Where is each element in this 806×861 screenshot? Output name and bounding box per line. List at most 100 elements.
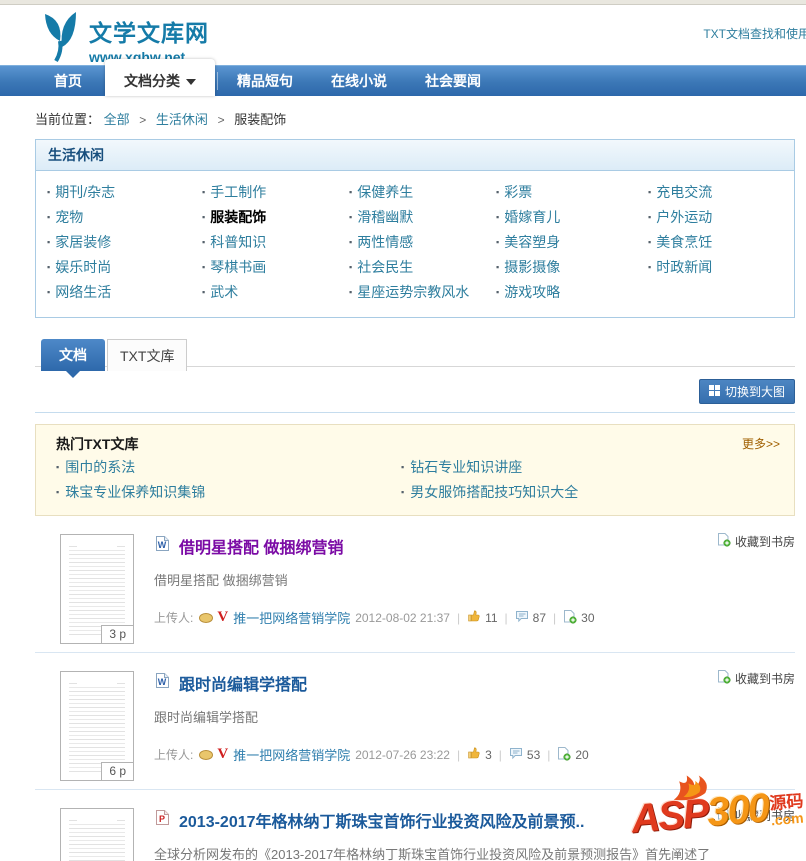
category-link[interactable]: 户外运动 (646, 205, 712, 230)
category-link[interactable]: 充电交流 (646, 180, 712, 205)
category-link[interactable]: 网络生活 (45, 280, 200, 305)
likes-stat: 3 (467, 746, 492, 763)
txt-help-link[interactable]: TXT文档查找和使用 (703, 25, 806, 42)
breadcrumb-link-all[interactable]: 全部 (104, 112, 130, 127)
category-link[interactable]: 美容塑身 (494, 230, 646, 255)
page-count-badge: 6 p (101, 762, 133, 780)
category-link[interactable]: 家居装修 (45, 230, 200, 255)
likes-stat: 11 (467, 609, 498, 626)
category-link[interactable]: 星座运势宗教风水 (347, 280, 494, 305)
breadcrumb-label: 当前位置： (35, 112, 101, 127)
collect-stat: 30 (563, 609, 595, 627)
document-row: 6 p W 跟时尚编辑学搭配 跟时尚编辑学搭配 上传人: V 推一把网络营销学院… (35, 653, 795, 790)
document-title-link[interactable]: 2013-2017年格林纳丁斯珠宝首饰行业投资风险及前景预.. (179, 808, 584, 832)
doc-add-icon (717, 532, 731, 550)
upload-date: 2012-08-02 21:37 (355, 610, 450, 625)
uploader-link[interactable]: 推一把网络营销学院 (233, 608, 350, 627)
divider (35, 412, 795, 413)
category-link[interactable]: 琴棋书画 (200, 255, 347, 280)
category-link[interactable]: 彩票 (494, 180, 646, 205)
document-thumbnail[interactable] (60, 808, 134, 861)
breadcrumb-current: 服装配饰 (234, 112, 287, 127)
comments-stat: 87 (515, 610, 546, 626)
document-title-link[interactable]: 借明星搭配 做捆绑营销 (179, 534, 343, 558)
hot-txt-link[interactable]: 珠宝专业保养知识集锦 (56, 480, 401, 505)
list-tabs: 文档 TXT文库 (35, 339, 795, 378)
tab-txt-library[interactable]: TXT文库 (107, 339, 188, 371)
document-description: 借明星搭配 做捆绑营销 (154, 573, 288, 588)
flame-icon (666, 769, 729, 808)
upload-date: 2012-07-26 23:22 (355, 747, 450, 762)
verified-icon: V (217, 609, 229, 625)
category-link[interactable]: 手工制作 (200, 180, 347, 205)
category-box: 生活休闲 期刊/杂志 宠物 家居装修 娱乐时尚 网络生活 手工制作 服装配饰 科… (35, 139, 795, 318)
category-link[interactable]: 两性情感 (347, 230, 494, 255)
document-meta: 上传人: V 推一把网络营销学院 2012-08-02 21:37 11 87 (154, 608, 795, 627)
document-thumbnail[interactable]: 3 p (60, 534, 134, 644)
switch-to-large-view-button[interactable]: 切换到大图 (698, 379, 795, 404)
nav-item-quotes[interactable]: 精品短句 (218, 66, 312, 96)
nav-item-news[interactable]: 社会要闻 (406, 66, 500, 96)
category-link[interactable]: 期刊/杂志 (45, 180, 200, 205)
category-link[interactable]: 社会民生 (347, 255, 494, 280)
uploader-badge-icon (199, 612, 214, 623)
category-link[interactable]: 武术 (200, 280, 347, 305)
more-link[interactable]: 更多>> (742, 435, 780, 452)
document-row: 3 p W 借明星搭配 做捆绑营销 借明星搭配 做捆绑营销 上传人: V 推一把… (35, 516, 795, 653)
category-link-current: 服装配饰 (200, 205, 347, 230)
breadcrumb: 当前位置： 全部 生活休闲 服装配饰 (35, 109, 806, 128)
word-doc-icon: W (154, 535, 171, 557)
comment-icon (509, 747, 523, 763)
document-title-link[interactable]: 跟时尚编辑学搭配 (179, 671, 307, 695)
comment-icon (515, 610, 529, 626)
favorite-to-shelf-link[interactable]: 收藏到书房 (717, 669, 795, 687)
doc-add-icon (563, 609, 577, 627)
document-thumbnail[interactable]: 6 p (60, 671, 134, 781)
thumbs-up-icon (467, 609, 481, 626)
category-link[interactable]: 滑稽幽默 (347, 205, 494, 230)
uploader-link[interactable]: 推一把网络营销学院 (233, 745, 350, 764)
category-link[interactable]: 保健养生 (347, 180, 494, 205)
category-box-title: 生活休闲 (36, 140, 794, 171)
svg-text:W: W (158, 540, 167, 550)
doc-add-icon (717, 669, 731, 687)
word-doc-icon: W (154, 672, 171, 694)
category-link[interactable]: 游戏攻略 (494, 280, 646, 305)
grid-view-icon (708, 384, 720, 399)
breadcrumb-link-life[interactable]: 生活休闲 (156, 112, 208, 127)
nav-item-novels[interactable]: 在线小说 (312, 66, 406, 96)
nav-item-doc-category[interactable]: 文档分类 (105, 59, 215, 96)
collect-stat: 20 (557, 746, 589, 764)
hot-txt-link[interactable]: 男女服饰搭配技巧知识大全 (401, 480, 746, 505)
svg-text:P: P (159, 814, 165, 824)
category-link[interactable]: 时政新闻 (646, 255, 712, 280)
tab-documents[interactable]: 文档 (41, 339, 105, 378)
document-description: 全球分析网发布的《2013-2017年格林纳丁斯珠宝首饰行业投资风险及前景预测报… (154, 847, 711, 861)
document-meta: 上传人: V 推一把网络营销学院 2012-07-26 23:22 3 53 (154, 745, 795, 764)
favorite-to-shelf-link[interactable]: 收藏到书房 (717, 532, 795, 550)
category-link[interactable]: 宠物 (45, 205, 200, 230)
breadcrumb-separator (139, 113, 146, 127)
chevron-down-icon (186, 79, 196, 86)
category-link[interactable]: 娱乐时尚 (45, 255, 200, 280)
hot-txt-title: 热门TXT文库 (56, 436, 139, 452)
nav-item-home[interactable]: 首页 (35, 66, 101, 96)
tab-pointer-icon (66, 371, 80, 378)
category-link[interactable]: 科普知识 (200, 230, 347, 255)
uploader-label: 上传人: (154, 748, 194, 762)
document-description: 跟时尚编辑学搭配 (154, 710, 259, 725)
main-nav: 首页 文档分类 精品短句 在线小说 社会要闻 (0, 59, 806, 96)
category-link[interactable]: 婚嫁育儿 (494, 205, 646, 230)
hot-txt-link[interactable]: 围巾的系法 (56, 455, 401, 480)
category-link[interactable]: 美食烹饪 (646, 230, 712, 255)
list-toolbar: 切换到大图 (35, 379, 795, 404)
site-name: 文学文库网 (89, 20, 209, 46)
svg-text:W: W (158, 677, 167, 687)
verified-icon: V (217, 746, 229, 762)
hot-txt-link[interactable]: 钻石专业知识讲座 (401, 455, 746, 480)
category-link[interactable]: 摄影摄像 (494, 255, 646, 280)
breadcrumb-separator (218, 113, 225, 127)
page-count-badge: 3 p (101, 625, 133, 643)
uploader-badge-icon (199, 749, 214, 760)
thumbs-up-icon (467, 746, 481, 763)
